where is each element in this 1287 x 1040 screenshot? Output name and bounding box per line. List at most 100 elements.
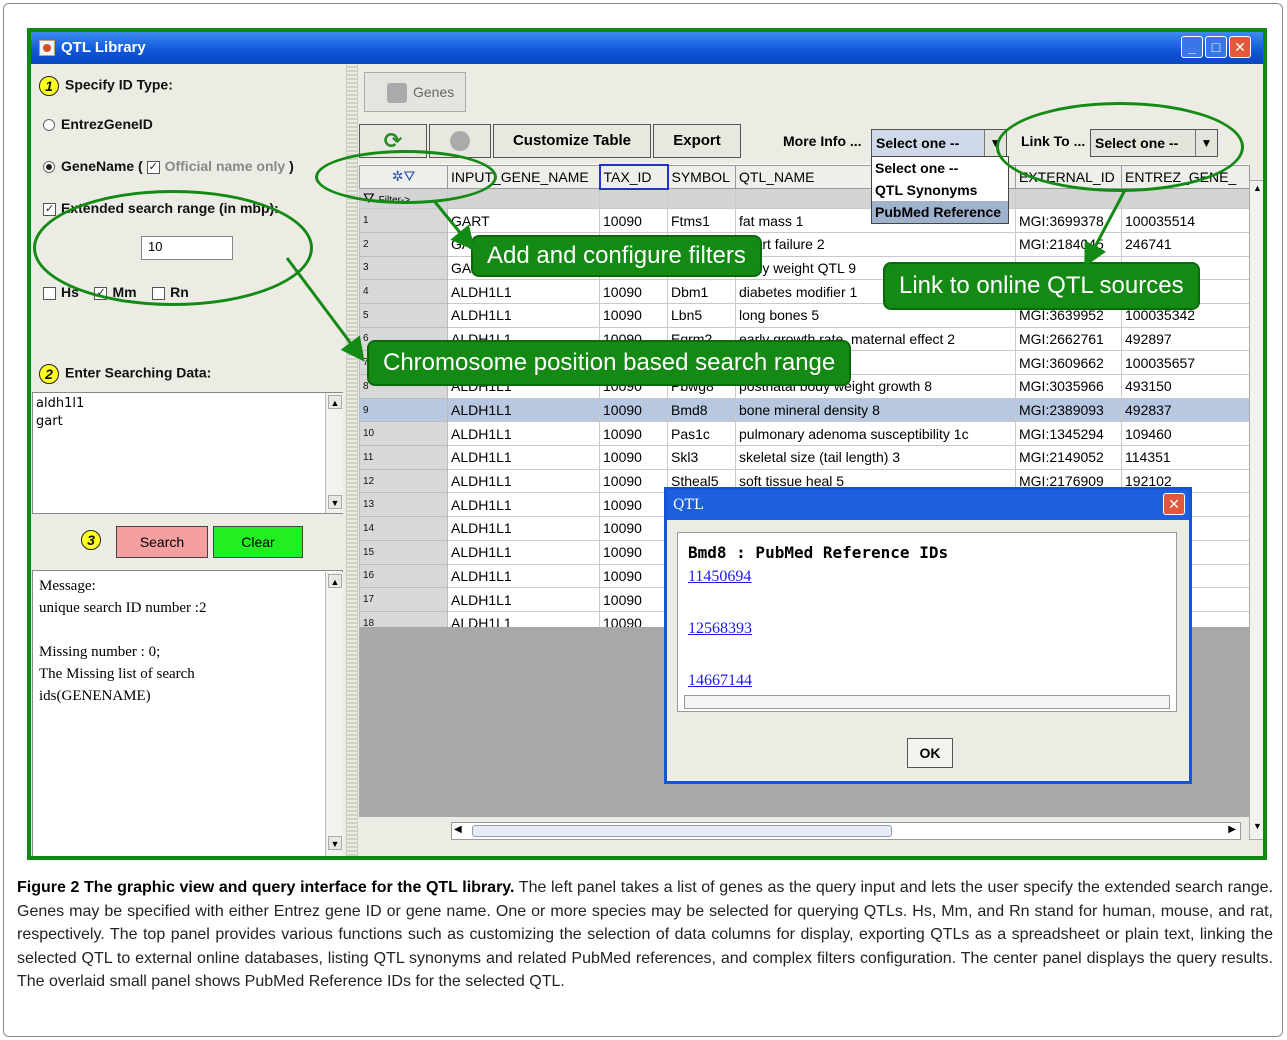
qtl-library-window: QTL Library _ □ ✕ 1 Specify ID Type: Entr… [27,28,1267,860]
row-number: 17 [359,587,448,612]
table-cell: Skl3 [667,445,736,470]
radio-genename-button[interactable] [43,161,55,174]
maximize-icon[interactable]: □ [1205,36,1227,58]
scroll-up-icon[interactable]: ▲ [1253,183,1262,193]
stop-circle-icon [450,131,470,152]
scroll-down-icon[interactable]: ▼ [1253,821,1262,831]
message-line: ids(GENENAME) [39,688,151,704]
pubmed-link[interactable]: 14667144 [688,672,752,690]
scroll-up-icon[interactable]: ▲ [328,574,342,588]
customize-table-button[interactable]: Customize Table [493,124,651,158]
table-vertical-scrollbar[interactable]: ▲ ▼ [1249,180,1263,840]
table-cell: 10090 [599,539,668,565]
horizontal-scrollbar[interactable]: ◀ ▶ [451,822,1241,840]
radio-entrez[interactable]: EntrezGeneID [43,116,153,132]
hs-checkbox[interactable] [43,286,56,300]
scroll-down-icon[interactable]: ▼ [328,495,342,509]
dropdown-option-selected[interactable]: PubMed Reference [872,201,1008,223]
table-cell: Ftms1 [667,208,736,233]
table-cell: 10090 [599,302,668,328]
scroll-down-icon[interactable]: ▼ [328,836,342,850]
table-cell: ALDH1L1 [447,445,600,470]
dialog-hscrollbar[interactable] [684,695,1170,709]
dialog-close-icon[interactable]: ✕ [1163,493,1185,515]
table-cell: MGI:3699378 [1015,208,1122,233]
table-cell: 493150 [1121,374,1250,399]
search-data-scrollbar[interactable]: ▲ ▼ [325,393,343,513]
table-cell: MGI:3035966 [1015,374,1122,399]
column-header[interactable]: TAX_ID [598,164,669,190]
dialog-title: QTL [667,490,1189,520]
table-cell: 10090 [599,445,668,470]
window-title: QTL Library [61,39,146,56]
search-button[interactable]: Search [116,526,208,558]
table-cell: skeletal size (tail length) 3 [735,445,1016,470]
close-icon[interactable]: ✕ [1229,36,1251,58]
dropdown-option[interactable]: Select one -- [872,157,1008,179]
minimize-icon[interactable]: _ [1181,36,1203,58]
java-app-icon [39,40,55,56]
table-cell: ALDH1L1 [447,302,600,328]
table-cell: 114351 [1121,445,1250,470]
table-cell: 492837 [1121,397,1250,423]
table-cell: 246741 [1121,231,1250,257]
search-data-textarea[interactable]: aldh1l1 gart [32,392,343,514]
table-cell: ALDH1L1 [447,492,600,518]
row-number: 3 [359,255,448,281]
genes-button[interactable]: Genes [364,72,466,112]
ok-button[interactable]: OK [907,738,953,768]
extended-range-checkbox[interactable] [43,202,56,216]
scroll-up-icon[interactable]: ▲ [328,395,342,409]
table-cell: GART [447,208,600,233]
row-number: 4 [359,279,448,304]
radio-entrez-button[interactable] [43,119,55,132]
row-number: 5 [359,302,448,328]
table-cell: ALDH1L1 [447,468,600,494]
step1-label: 1 Specify ID Type: [39,76,173,96]
row-number: 2 [359,231,448,257]
table-cell: 10090 [599,279,668,304]
table-cell: MGI:2662761 [1015,326,1122,352]
table-cell: 492897 [1121,326,1250,352]
column-header[interactable]: SYMBOL [667,164,736,190]
clear-button[interactable]: Clear [213,526,303,558]
message-scrollbar[interactable]: ▲ ▼ [325,572,343,856]
table-cell: 100035657 [1121,350,1250,375]
table-row[interactable]: 11 ALDH1L1 10090 Skl3 skeletal size (tail le… [359,445,1250,470]
official-name-checkbox[interactable] [146,160,160,174]
row-number: 11 [359,445,448,470]
scroll-right-icon[interactable]: ▶ [1228,824,1236,835]
step2-number: 2 [39,364,59,384]
table-row[interactable]: 9 ALDH1L1 10090 Bmd8 bone mineral density 8M… [359,397,1250,423]
radio-genename[interactable]: GeneName ( Official name only ) [43,158,294,174]
dialog-heading: Bmd8 : PubMed Reference IDs [688,543,949,562]
pubmed-link[interactable]: 11450694 [688,568,751,586]
table-cell: 10090 [599,208,668,233]
dropdown-option[interactable]: QTL Synonyms [872,179,1008,201]
row-number: 15 [359,539,448,565]
table-cell: MGI:2389093 [1015,397,1122,423]
table-cell: ALDH1L1 [447,421,600,447]
title-bar: QTL Library _ □ ✕ [31,32,1263,64]
table-row[interactable]: 10 ALDH1L1 10090 Pas1c pulmonary adenoma sus… [359,421,1250,447]
step1-number: 1 [39,76,59,96]
export-button[interactable]: Export [653,124,741,158]
message-box: Message: unique search ID number :2 Miss… [32,570,343,856]
more-info-select[interactable]: Select one -- ▼ [871,129,1007,157]
link-highlight-oval [996,102,1244,192]
filter-row-cell [667,188,736,210]
table-cell: ALDH1L1 [447,397,600,423]
scroll-thumb[interactable] [472,825,892,837]
pubmed-dialog: QTL ✕ Bmd8 : PubMed Reference IDs 114506… [664,487,1192,784]
filter-highlight-oval [315,150,497,204]
scroll-left-icon[interactable]: ◀ [454,824,462,835]
pubmed-link[interactable]: 12568393 [688,620,752,638]
left-panel: 1 Specify ID Type: EntrezGeneID GeneName … [31,64,346,856]
step2-label: 2 Enter Searching Data: [39,364,211,384]
message-line: Missing number : 0; [39,644,161,660]
table-cell: 10090 [599,397,668,423]
row-number: 16 [359,563,448,589]
table-cell: 10090 [599,516,668,541]
table-row[interactable]: 1 GART 10090 Ftms1 fat mass 1 MGI:3699378 1000… [359,208,1250,233]
table-cell: Bmd8 [667,397,736,423]
